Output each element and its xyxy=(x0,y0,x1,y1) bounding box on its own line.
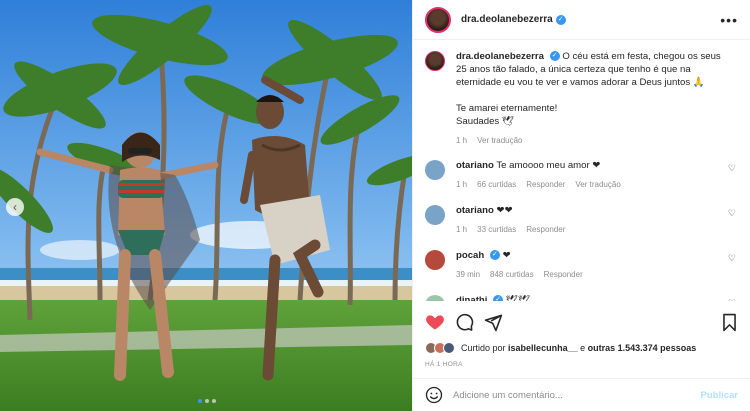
comment-username[interactable]: otariano xyxy=(456,205,494,216)
comment-item: otariano ❤❤ 1 h 33 curtidas Responder ♡ xyxy=(425,204,738,236)
carousel-prev-button[interactable]: ‹ xyxy=(6,198,24,216)
author-username[interactable]: dra.deolanebezerra xyxy=(461,14,553,25)
likes-others[interactable]: outras 1.543.374 pessoas xyxy=(588,343,697,353)
caption-avatar[interactable] xyxy=(425,51,445,71)
comment-item: djnathi ✓ 🕊🕊 ♡ xyxy=(425,294,738,301)
comment-translate-link[interactable]: Ver tradução xyxy=(575,178,620,191)
comment-username[interactable]: otariano xyxy=(456,160,494,171)
comment-time: 39 min xyxy=(456,270,481,279)
post-actions xyxy=(425,310,738,334)
more-options-icon[interactable]: ••• xyxy=(720,12,738,28)
likes-prefix: Curtido por xyxy=(461,343,506,353)
comment-avatar[interactable] xyxy=(425,205,445,225)
comment-username[interactable]: pocah xyxy=(456,250,484,261)
comments-list[interactable]: dra.deolanebezerra ✓ O céu está em festa… xyxy=(413,41,750,301)
caption-line-3: Saudades 🕊 xyxy=(456,116,515,127)
comment-time: 1 h xyxy=(456,225,468,234)
comment-like-heart-icon[interactable]: ♡ xyxy=(728,163,736,174)
comment-item: pocah ✓ ❤ 39 min 848 curtidas Responder … xyxy=(425,249,738,281)
add-comment-bar: Publicar xyxy=(413,378,750,411)
caption-line-2: Te amarei eternamente! xyxy=(456,103,558,114)
share-send-icon[interactable] xyxy=(484,313,503,332)
comment-time: 1 h xyxy=(456,180,468,189)
carousel-dot xyxy=(205,399,209,403)
post-side-panel: dra.deolanebezerra ✓ ••• dra.deolanebeze… xyxy=(412,0,750,411)
verified-badge-icon: ✓ xyxy=(549,51,560,62)
comment-like-heart-icon[interactable]: ♡ xyxy=(728,253,736,264)
comment-avatar[interactable] xyxy=(425,295,445,301)
comment-like-heart-icon[interactable]: ♡ xyxy=(728,208,736,219)
author-avatar[interactable] xyxy=(425,6,451,33)
comment-like-heart-icon[interactable]: ♡ xyxy=(728,298,736,301)
comment-reply-link[interactable]: Responder xyxy=(544,268,583,281)
comment-avatar[interactable] xyxy=(425,250,445,270)
likes-middle: e xyxy=(580,343,586,353)
caption-time: 1 h xyxy=(456,136,468,145)
comment-text: ❤❤ xyxy=(496,205,513,216)
liked-heart-icon[interactable] xyxy=(425,312,445,332)
post-photo xyxy=(0,0,412,411)
comment-reply-link[interactable]: Responder xyxy=(526,178,565,191)
publish-button[interactable]: Publicar xyxy=(701,390,739,401)
post-media[interactable]: ‹ xyxy=(0,0,412,411)
carousel-dot xyxy=(212,399,216,403)
post-timestamp: HÁ 1 HORA xyxy=(425,361,463,368)
comment-icon[interactable] xyxy=(455,313,474,332)
post-header: dra.deolanebezerra ✓ ••• xyxy=(413,0,750,40)
comment-likes[interactable]: 848 curtidas xyxy=(490,268,534,281)
comment-item: otariano Te amoooo meu amor ❤ 1 h 66 cur… xyxy=(425,159,738,191)
verified-badge-icon: ✓ xyxy=(493,295,504,301)
comment-text: 🕊🕊 xyxy=(505,295,531,301)
post-caption: dra.deolanebezerra ✓ O céu está em festa… xyxy=(425,50,738,147)
caption-translate-link[interactable]: Ver tradução xyxy=(477,134,522,147)
liker-avatars xyxy=(425,342,455,354)
save-bookmark-icon[interactable] xyxy=(721,313,738,332)
liker-avatar xyxy=(443,342,455,354)
emoji-icon[interactable] xyxy=(425,386,443,404)
comment-likes[interactable]: 66 curtidas xyxy=(477,178,516,191)
caption-username[interactable]: dra.deolanebezerra xyxy=(456,51,544,62)
comment-text: ❤ xyxy=(502,250,511,261)
carousel-dot xyxy=(198,399,202,403)
verified-badge-icon: ✓ xyxy=(555,14,566,25)
likes-summary[interactable]: Curtido por isabellecunha__ e outras 1.5… xyxy=(425,342,696,354)
comment-avatar[interactable] xyxy=(425,160,445,180)
comment-reply-link[interactable]: Responder xyxy=(526,223,565,236)
comment-input[interactable] xyxy=(453,389,701,401)
carousel-dots xyxy=(198,399,216,403)
verified-badge-icon: ✓ xyxy=(489,250,500,261)
likes-user[interactable]: isabellecunha__ xyxy=(508,343,578,353)
comment-likes[interactable]: 33 curtidas xyxy=(477,223,516,236)
comment-text: Te amoooo meu amor ❤ xyxy=(496,160,601,171)
comment-username[interactable]: djnathi xyxy=(456,295,487,301)
